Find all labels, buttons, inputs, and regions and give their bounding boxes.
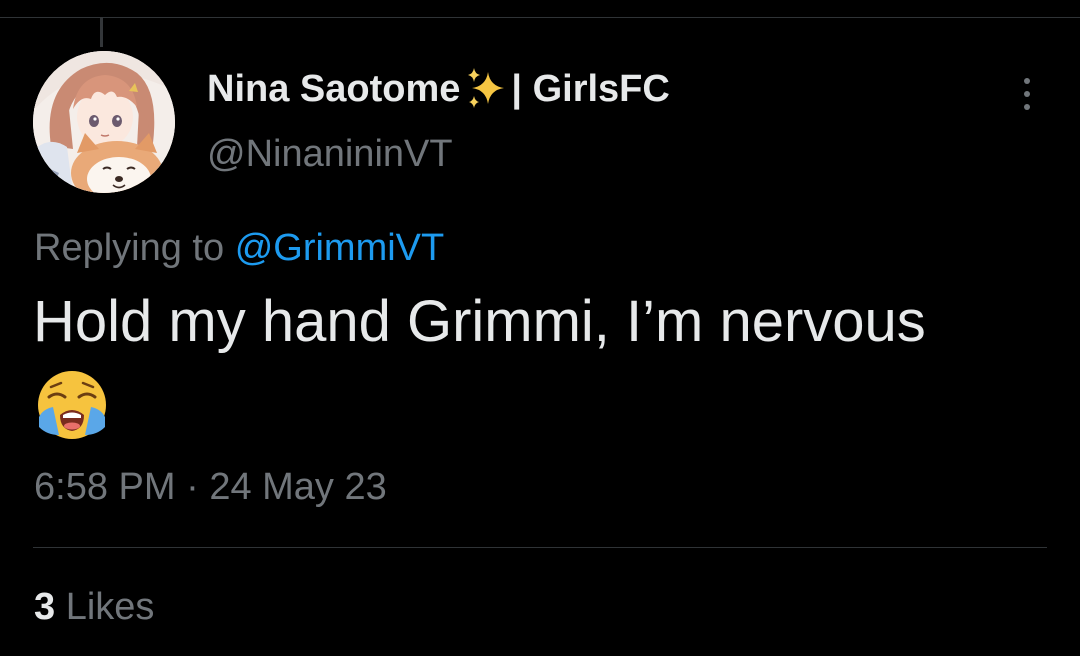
sparkles-icon [464,66,510,112]
display-name-suffix: | GirlsFC [511,68,670,110]
thread-connector-line [100,17,103,47]
user-handle[interactable]: @NinanininVT [207,131,670,177]
tweet-date: 24 May 23 [209,466,387,508]
likes-count: 3 [34,586,56,628]
top-divider [0,17,1080,18]
timestamp[interactable]: 6:58 PM · 24 May 23 [34,464,387,510]
likes-stat[interactable]: 3 Likes [34,584,154,630]
replying-to: Replying to @GrimmiVT [34,225,444,271]
avatar[interactable] [33,51,175,193]
display-name-text: Nina Saotome [207,68,461,110]
display-name[interactable]: Nina Saotome | GirlsFC [207,66,670,112]
reply-mention-link[interactable]: @GrimmiVT [235,227,445,269]
stats-divider [33,547,1047,548]
replying-to-label: Replying to [34,227,225,269]
anime-girl-with-dog-avatar [33,51,175,193]
tweet-time: 6:58 PM [34,466,176,508]
meta-separator: · [186,466,199,508]
tweet-header: Nina Saotome | GirlsFC @NinanininVT [207,66,670,186]
more-vertical-icon[interactable] [1010,72,1044,116]
loudly-crying-face-icon [33,369,111,441]
likes-label: Likes [65,586,155,628]
tweet-text: Hold my hand Grimmi, I’m nervous [33,289,926,354]
